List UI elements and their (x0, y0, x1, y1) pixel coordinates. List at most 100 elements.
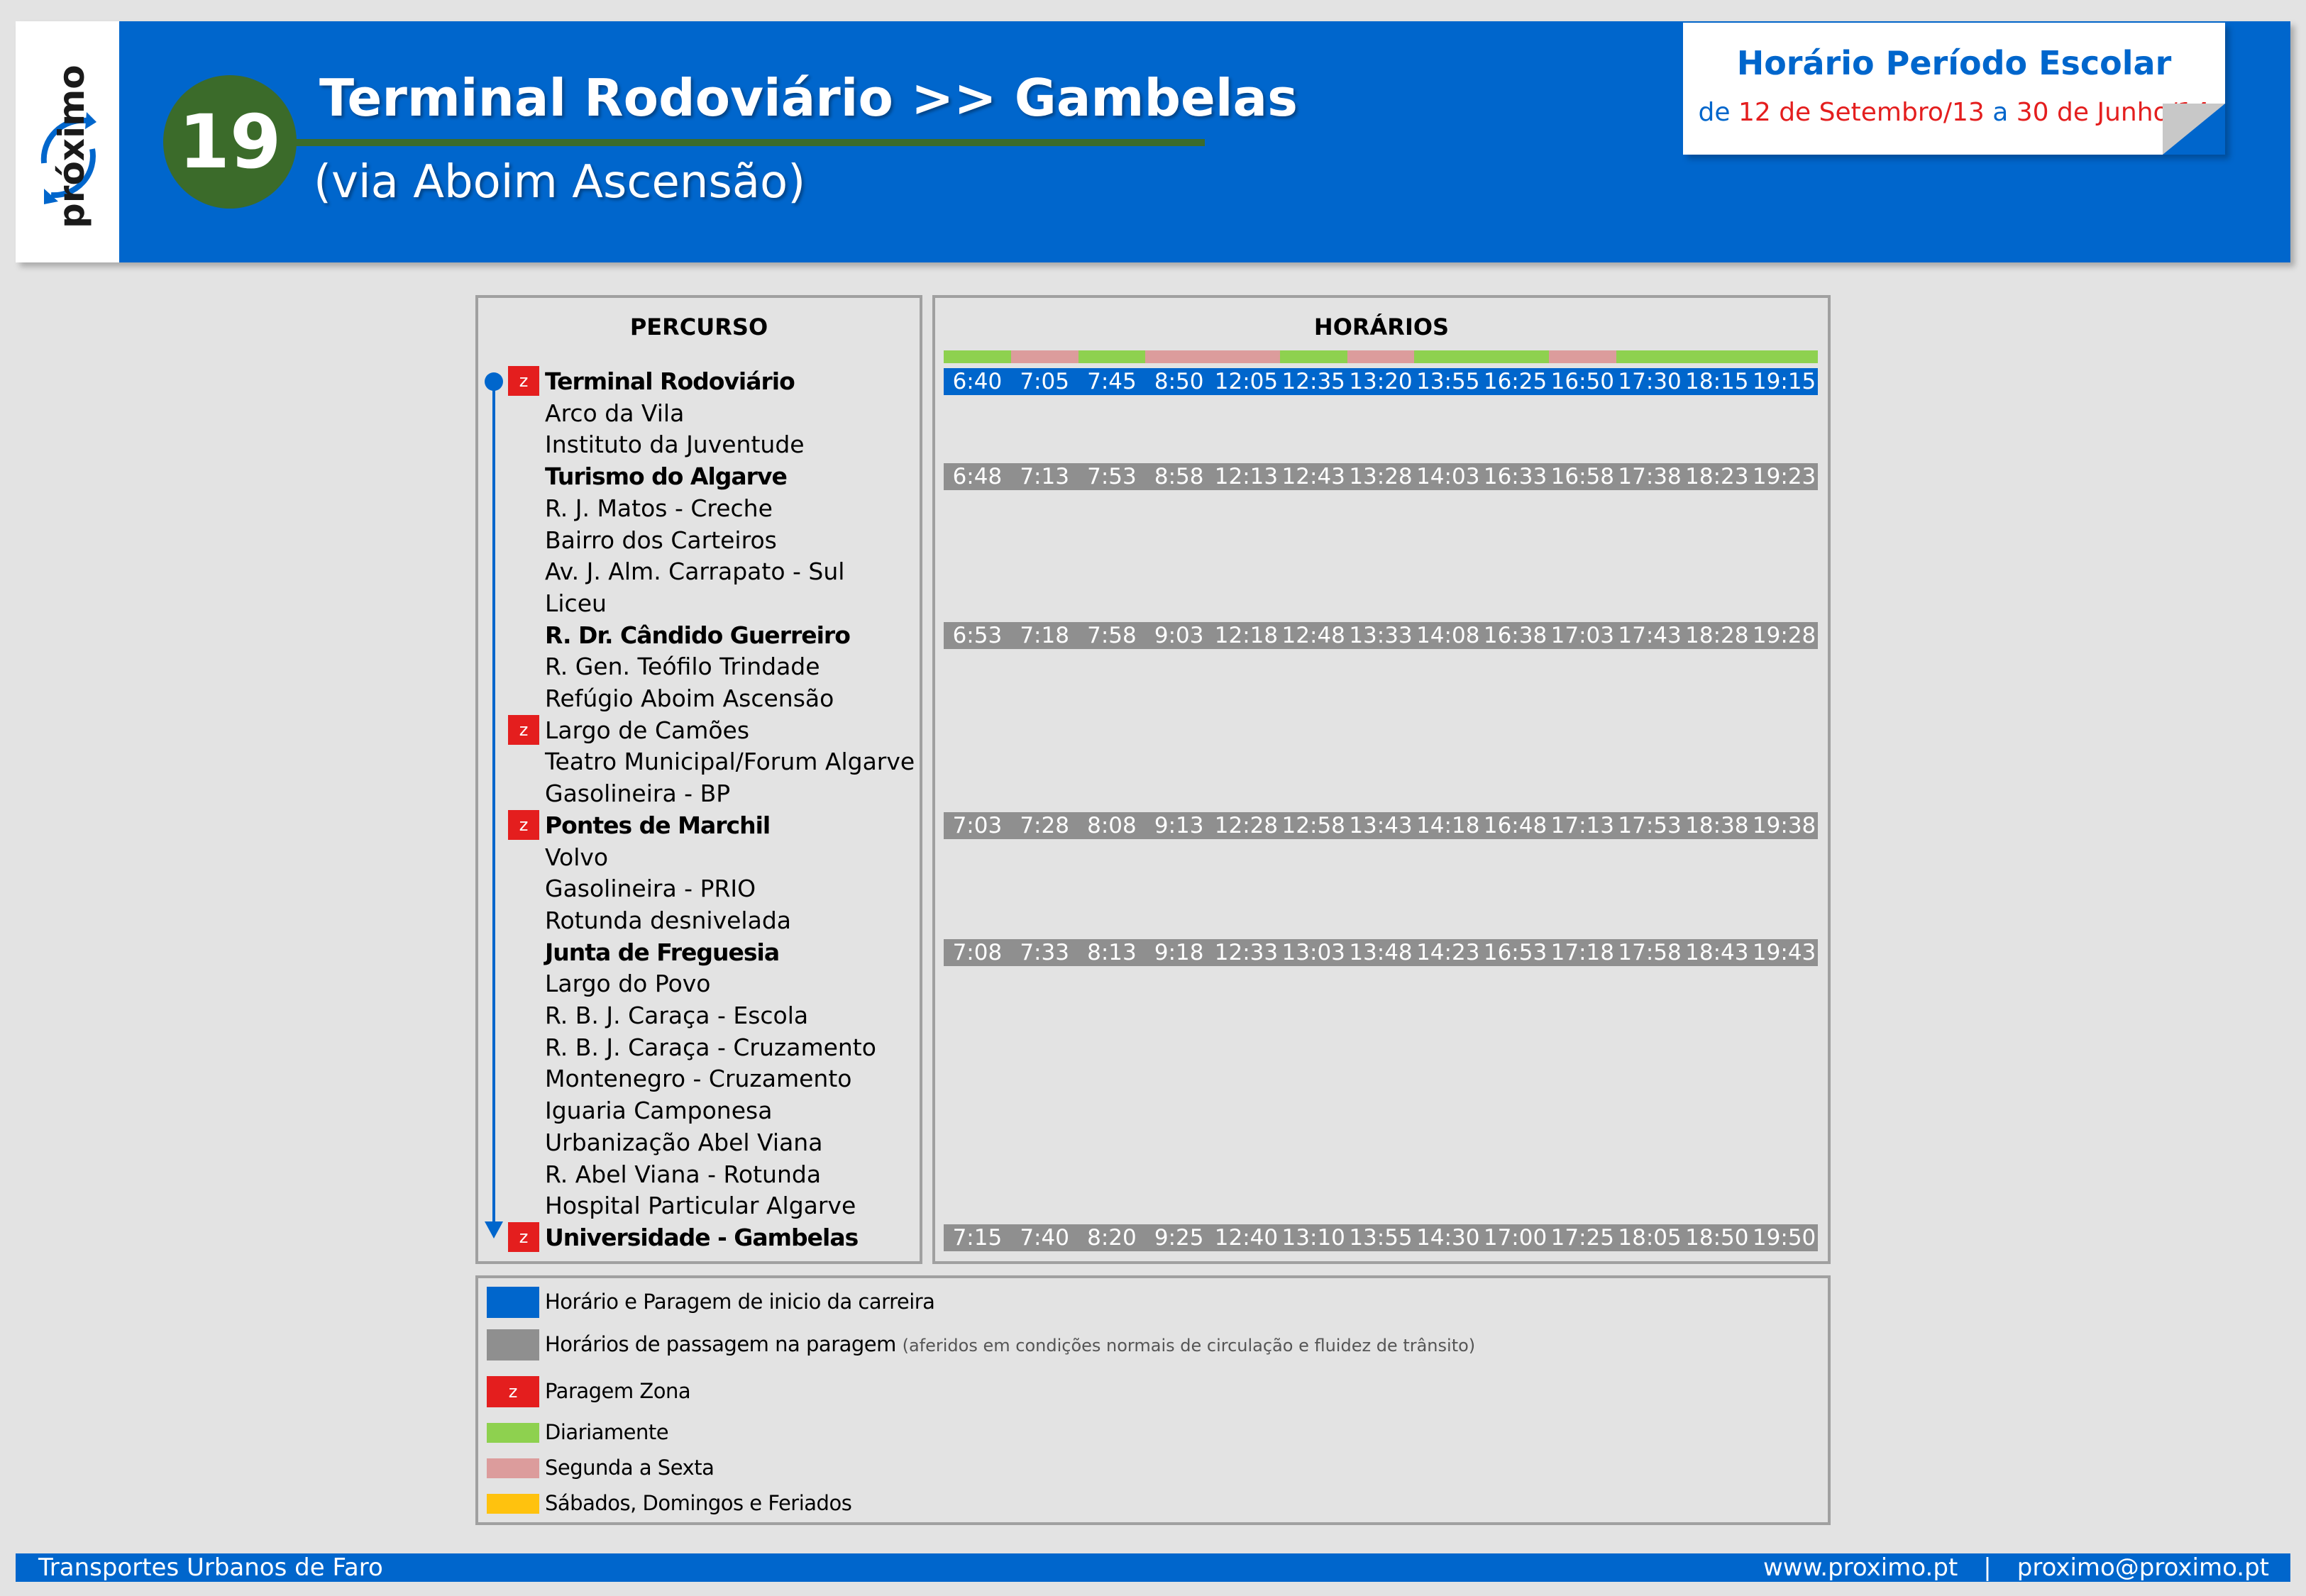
stop-name: R. Dr. Cândido Guerreiro (545, 621, 851, 649)
stop-row: R. Gen. Teófilo Trindade (508, 651, 912, 682)
legend-swatch (487, 1494, 539, 1514)
departure-time: 17:53 (1618, 812, 1682, 838)
stop-row: R. Abel Viana - Rotunda (508, 1159, 912, 1190)
start-times-row: 6:40 7:05 7:45 8:50 12:05 12:35 13:20 13:55 16:2… (944, 368, 1818, 395)
stop-row: Av. J. Alm. Carrapato - Sul (508, 556, 912, 587)
pass-times-row: 7:08 7:33 8:13 9:18 12:33 13:03 13:48 14:23 16:5… (944, 938, 1818, 966)
frequency-segment (944, 350, 1012, 363)
stop-row: Hospital Particular Algarve (508, 1190, 912, 1221)
stop-row: Liceu (508, 588, 912, 619)
stop-name: Terminal Rodoviário (545, 367, 795, 395)
footer-website-link[interactable]: www.proximo.pt (1763, 1553, 1958, 1582)
departure-time: 13:55 (1416, 369, 1480, 394)
stop-row: z Universidade - Gambelas (508, 1221, 912, 1253)
legend-text: Paragem Zona (545, 1379, 691, 1403)
stop-name: Montenegro - Cruzamento (545, 1065, 852, 1093)
frequency-segment (1145, 350, 1213, 363)
frequency-segment (1616, 350, 1684, 363)
route-end-arrow-icon (485, 1221, 503, 1238)
departure-time: 13:03 (1281, 939, 1345, 965)
departure-time: 7:28 (1020, 812, 1069, 838)
departure-time: 19:23 (1752, 464, 1816, 490)
zone-badge-icon: z (508, 1221, 539, 1252)
stop-row: Gasolineira - PRIO (508, 873, 912, 904)
stop-row: Volvo (508, 842, 912, 873)
departure-time: 14:23 (1416, 939, 1480, 965)
departure-time: 9:18 (1154, 939, 1204, 965)
departure-time: 12:18 (1214, 622, 1279, 648)
departure-time: 12:43 (1281, 464, 1345, 490)
departure-time: 14:03 (1416, 464, 1480, 490)
departure-time: 18:43 (1685, 939, 1749, 965)
departure-time: 7:08 (952, 939, 1003, 965)
departure-time: 19:38 (1752, 812, 1816, 838)
stop-row: z Pontes de Marchil (508, 809, 912, 841)
frequency-segment (1548, 350, 1617, 363)
footer-contacts: www.proximo.pt | proximo@proximo.pt (1763, 1553, 2269, 1582)
stop-name: Iguaria Camponesa (545, 1097, 773, 1125)
stop-name: Turismo do Algarve (545, 462, 788, 491)
departure-time: 9:25 (1154, 1224, 1204, 1251)
legend-label: Horários de passagem na paragem (aferido… (545, 1332, 1475, 1356)
frequency-segment (1213, 350, 1281, 363)
route-via: (via Aboim Ascensão) (314, 156, 806, 209)
horarios-heading: HORÁRIOS (1313, 314, 1450, 340)
departure-time: 18:15 (1685, 369, 1749, 394)
departure-time: 17:30 (1618, 369, 1682, 394)
stop-name: Instituto da Juventude (545, 431, 805, 459)
departure-time: 17:18 (1550, 939, 1614, 965)
departure-time: 18:50 (1685, 1224, 1749, 1251)
page-fold-icon (2163, 104, 2225, 155)
stop-row: Urbanização Abel Viana (508, 1127, 912, 1158)
schedule-title: Horário Período Escolar (1736, 44, 2172, 82)
departure-time: 13:55 (1349, 1224, 1413, 1251)
stop-name: R. B. J. Caraça - Cruzamento (545, 1033, 876, 1061)
departure-time: 8:58 (1154, 464, 1204, 490)
title-underline (292, 139, 1205, 146)
departure-time: 19:28 (1752, 622, 1816, 648)
departure-time: 13:20 (1349, 369, 1413, 394)
departure-time: 8:20 (1087, 1224, 1137, 1251)
departure-time: 7:03 (952, 812, 1003, 838)
stop-row: Largo do Povo (508, 968, 912, 999)
stop-name: Arco da Vila (545, 399, 685, 427)
departure-time: 16:38 (1483, 622, 1548, 648)
departure-time: 14:30 (1416, 1224, 1480, 1251)
departure-time: 17:43 (1618, 622, 1682, 648)
stop-name: Refúgio Aboim Ascensão (545, 685, 834, 712)
stop-row: R. B. J. Caraça - Cruzamento (508, 1032, 912, 1063)
stop-row: R. B. J. Caraça - Escola (508, 1000, 912, 1031)
departure-time: 17:00 (1483, 1224, 1548, 1251)
legend-swatch (487, 1287, 539, 1318)
footer-separator: | (1983, 1553, 1992, 1582)
stop-name: R. Gen. Teófilo Trindade (545, 653, 820, 681)
footer-email-link[interactable]: proximo@proximo.pt (2017, 1553, 2269, 1582)
stop-row: Bairro dos Carteiros (508, 525, 912, 556)
footer-bar: Transportes Urbanos de Faro www.proximo.… (16, 1553, 2290, 1582)
footer-operator: Transportes Urbanos de Faro (38, 1553, 383, 1582)
departure-time: 19:50 (1752, 1224, 1816, 1251)
stop-name: Junta de Freguesia (545, 938, 780, 966)
route-line (492, 382, 495, 1227)
stop-name: Volvo (545, 843, 609, 871)
stop-row: Teatro Municipal/Forum Algarve (508, 746, 915, 777)
departure-time: 16:25 (1483, 369, 1548, 394)
departure-time: 6:40 (952, 369, 1003, 394)
pass-times-row: 6:48 7:13 7:53 8:58 12:13 12:43 13:28 14:03 16:3… (944, 463, 1818, 491)
schedule-period-box: Horário Período Escolar de 12 de Setembr… (1683, 23, 2225, 155)
zone-badge-icon: z (508, 809, 539, 840)
departure-time: 12:48 (1281, 622, 1345, 648)
pass-times-row: 7:15 7:40 8:20 9:25 12:40 13:10 13:55 14:30 17:0… (944, 1224, 1818, 1251)
departure-time: 19:15 (1752, 369, 1816, 394)
pass-times-row: 6:53 7:18 7:58 9:03 12:18 12:48 13:33 14:08 16:3… (944, 621, 1818, 649)
departure-time: 8:13 (1087, 939, 1137, 965)
departure-time: 6:53 (952, 622, 1003, 648)
dates-connector: a (1992, 98, 2009, 127)
stop-name: Largo do Povo (545, 970, 711, 998)
stop-row: Gasolineira - BP (508, 778, 912, 809)
frequency-segment (1482, 350, 1550, 363)
departure-time: 19:43 (1752, 939, 1816, 965)
departure-time: 17:58 (1618, 939, 1682, 965)
stop-name: Teatro Municipal/Forum Algarve (545, 748, 915, 776)
stop-name: Liceu (545, 589, 607, 617)
